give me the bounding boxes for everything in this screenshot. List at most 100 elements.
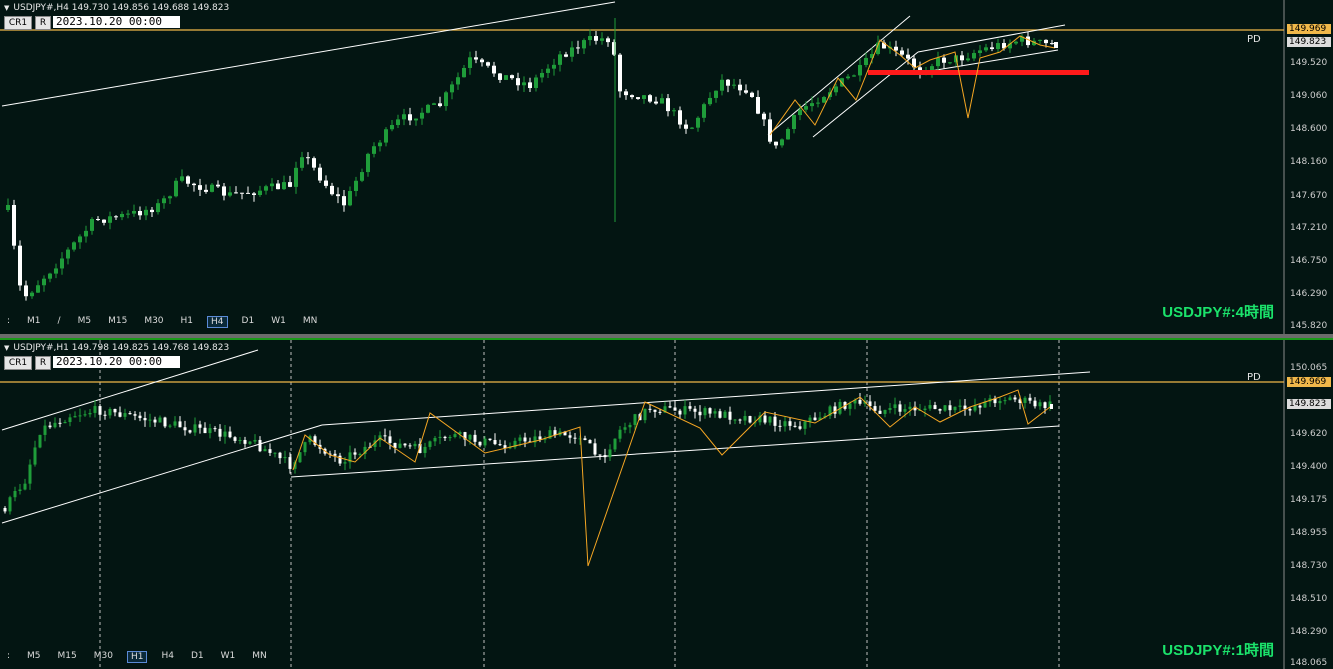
candle-body bbox=[768, 119, 772, 142]
candle-body bbox=[18, 245, 22, 286]
candle-body bbox=[696, 117, 700, 128]
candle-body bbox=[138, 415, 142, 419]
chart-pane-h1[interactable]: ▼ USDJPY#,H1 149.798 149.825 149.768 149.… bbox=[0, 340, 1333, 669]
tf-d1[interactable]: D1 bbox=[239, 316, 258, 328]
candle-body bbox=[283, 457, 287, 459]
candle-body bbox=[540, 72, 544, 78]
candle-body bbox=[270, 183, 274, 187]
candle-body bbox=[743, 416, 747, 421]
candle-body bbox=[13, 490, 17, 498]
candle-body bbox=[246, 192, 250, 194]
tf-mn[interactable]: MN bbox=[249, 651, 270, 663]
candle-body bbox=[948, 62, 952, 64]
candle-body bbox=[780, 139, 784, 146]
candle-body bbox=[150, 209, 154, 213]
candle-body bbox=[636, 97, 640, 99]
candle-body bbox=[448, 437, 452, 439]
candle-body bbox=[138, 210, 142, 216]
h4-chart-canvas[interactable] bbox=[0, 0, 1333, 334]
candle-body bbox=[18, 489, 22, 491]
tf-m15[interactable]: M15 bbox=[105, 316, 130, 328]
candle-body bbox=[998, 401, 1002, 404]
candle-body bbox=[113, 408, 117, 413]
candle-body bbox=[810, 103, 814, 107]
tf-m30[interactable]: M30 bbox=[91, 651, 116, 663]
candle-body bbox=[90, 219, 94, 231]
candle-body bbox=[608, 449, 612, 458]
h1-chart-canvas[interactable] bbox=[0, 340, 1333, 669]
candle-body bbox=[120, 213, 124, 218]
price-line-marker: 149.969 bbox=[1287, 377, 1331, 387]
tf-m30[interactable]: M30 bbox=[141, 316, 166, 328]
candle-body bbox=[714, 90, 718, 98]
tf-mn[interactable]: MN bbox=[300, 316, 321, 328]
candle-body bbox=[180, 176, 184, 181]
candle-body bbox=[702, 104, 706, 118]
chart-pane-h4[interactable]: ▼ USDJPY#,H4 149.730 149.856 149.688 149.… bbox=[0, 0, 1333, 334]
candle-body bbox=[972, 53, 976, 59]
candle-body bbox=[570, 47, 574, 57]
candle-body bbox=[233, 437, 237, 441]
collapse-triangle-icon[interactable]: ▼ bbox=[4, 344, 9, 352]
tf-h4[interactable]: H4 bbox=[207, 316, 228, 328]
price-tick: 145.820 bbox=[1290, 321, 1328, 331]
candle-body bbox=[342, 196, 346, 206]
candle-body bbox=[33, 447, 37, 465]
candle-body bbox=[198, 185, 202, 190]
candle-body bbox=[103, 414, 107, 416]
date-input[interactable]: 2023.10.20 00:00 bbox=[53, 16, 180, 28]
candle-body bbox=[1013, 397, 1017, 400]
candle-body bbox=[83, 414, 87, 416]
price-tick: 148.955 bbox=[1290, 528, 1328, 538]
candle-body bbox=[303, 442, 307, 453]
cr-button[interactable]: CR1 bbox=[4, 16, 32, 30]
candle-body bbox=[158, 417, 162, 423]
tf-h1[interactable]: H1 bbox=[126, 651, 148, 663]
candle-body bbox=[748, 416, 752, 423]
candle-body bbox=[678, 410, 682, 415]
candle-body bbox=[306, 157, 310, 159]
candle-body bbox=[453, 434, 457, 438]
tf-h4[interactable]: H4 bbox=[158, 651, 177, 663]
tf-m5[interactable]: M5 bbox=[75, 316, 95, 328]
tf-m5[interactable]: M5 bbox=[24, 651, 44, 663]
price-tick: 148.510 bbox=[1290, 594, 1328, 604]
candle-body bbox=[312, 158, 316, 168]
price-tick: 148.290 bbox=[1290, 627, 1328, 637]
r-button[interactable]: R bbox=[35, 356, 51, 370]
candle-body bbox=[798, 426, 802, 429]
r-button[interactable]: R bbox=[35, 16, 51, 30]
candle-body bbox=[894, 46, 898, 51]
candle-body bbox=[594, 36, 598, 41]
candle-body bbox=[423, 446, 427, 454]
candle-body bbox=[24, 285, 28, 297]
collapse-triangle-icon[interactable]: ▼ bbox=[4, 4, 9, 12]
cr-button[interactable]: CR1 bbox=[4, 356, 32, 370]
tf-d1[interactable]: D1 bbox=[188, 651, 207, 663]
candle-body bbox=[72, 242, 76, 250]
candle-body bbox=[208, 428, 212, 434]
tf-sep: : bbox=[7, 651, 11, 661]
candle-body bbox=[744, 90, 748, 93]
tf-m15[interactable]: M15 bbox=[55, 651, 80, 663]
current-candle bbox=[1050, 404, 1053, 409]
tf-m1[interactable]: M1 bbox=[24, 316, 44, 328]
candle-body bbox=[58, 422, 62, 424]
date-input[interactable]: 2023.10.20 00:00 bbox=[53, 356, 180, 368]
current-candle bbox=[1054, 42, 1058, 48]
candle-body bbox=[522, 82, 526, 86]
candle-body bbox=[12, 205, 16, 246]
candle-body bbox=[943, 405, 947, 411]
candle-body bbox=[384, 129, 388, 143]
candle-body bbox=[504, 75, 508, 80]
candle-body bbox=[546, 68, 550, 73]
candle-body bbox=[923, 408, 927, 411]
candle-body bbox=[264, 186, 268, 191]
tf-w1[interactable]: W1 bbox=[218, 651, 239, 663]
candle-body bbox=[613, 438, 617, 450]
candle-body bbox=[324, 180, 328, 186]
candle-body bbox=[968, 408, 972, 411]
tf-w1[interactable]: W1 bbox=[268, 316, 289, 328]
candle-body bbox=[768, 416, 772, 423]
tf-h1[interactable]: H1 bbox=[178, 316, 197, 328]
